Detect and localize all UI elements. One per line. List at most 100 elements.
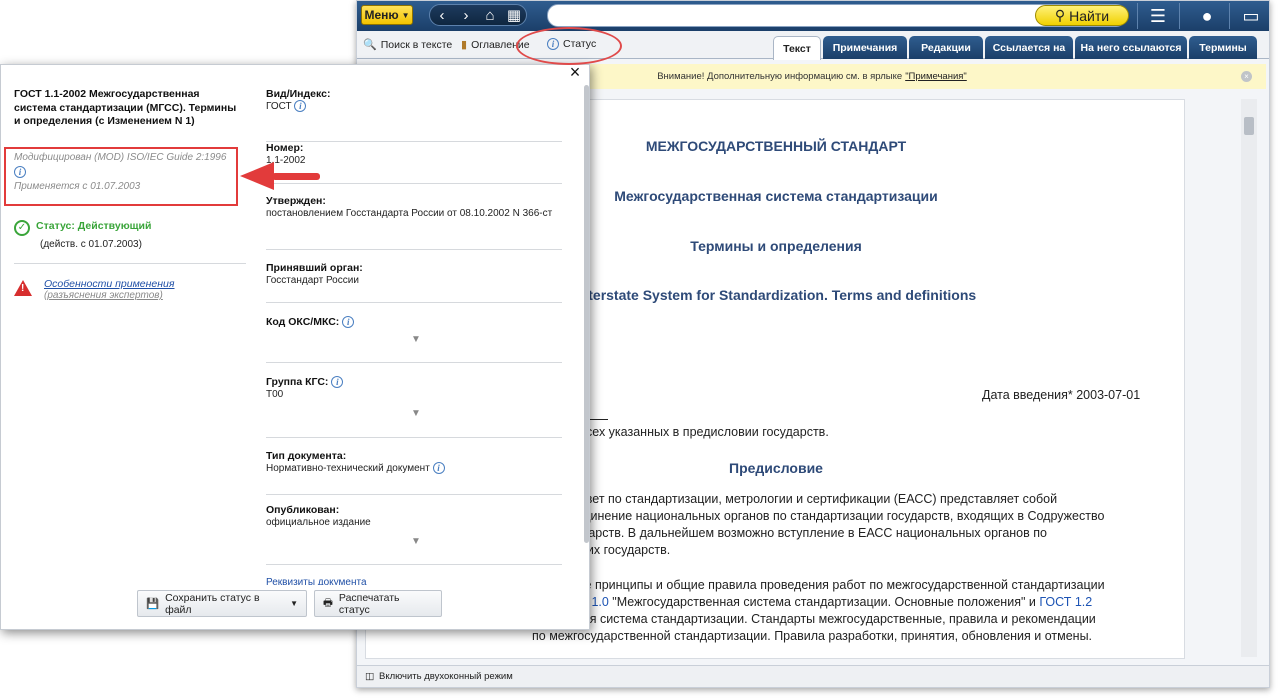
field-kind: Вид/Индекс: ГОСТ i: [266, 88, 562, 142]
print-status-button[interactable]: 🖶 Распечатать статус: [314, 590, 442, 617]
menu-button[interactable]: Меню ▼: [361, 5, 413, 25]
field-value: постановлением Госстандарта России от 08…: [266, 208, 553, 219]
tab-label: На него ссылаются: [1080, 41, 1182, 54]
panel-scrollbar[interactable]: [584, 85, 589, 543]
tab-revisions[interactable]: Редакции: [909, 36, 983, 59]
save-status-button[interactable]: 💾 Сохранить статус в файл ▼: [137, 590, 307, 617]
document-title: ГОСТ 1.1-2002 Межгосударственная система…: [14, 88, 237, 127]
doc-line: й совет по стандартизации, метрологии и …: [562, 492, 1058, 506]
features-row: Особенности применения (разъяснения эксп…: [14, 278, 175, 301]
notice-link[interactable]: "Примечания": [905, 71, 967, 82]
doc-line: других государств.: [562, 543, 671, 557]
doc-line: бъединение национальных органов по станд…: [562, 509, 1105, 523]
status-row: ✓ Статус: Действующий: [14, 220, 151, 236]
close-icon[interactable]: ×: [1241, 71, 1252, 82]
field-label: Код ОКС/МКС: i: [266, 316, 562, 329]
status-date: (действ. с 01.07.2003): [40, 239, 142, 250]
info-icon[interactable]: i: [432, 462, 445, 475]
toolbar-divider: [1137, 3, 1138, 29]
info-icon[interactable]: i: [331, 376, 344, 389]
expand-caret-icon[interactable]: ▼: [411, 536, 421, 547]
tab-label: Примечания: [832, 41, 898, 54]
field-body: Принявший орган: Госстандарт России: [266, 262, 562, 303]
doc-line-text: "Межгосударственная система стандартизац…: [608, 595, 1040, 609]
back-arrow-icon[interactable]: ‹: [432, 7, 452, 24]
field-value: Госстандарт России: [266, 275, 359, 286]
tab-referenced-by[interactable]: На него ссылаются: [1075, 36, 1187, 59]
field-oks: Код ОКС/МКС: i ▼: [266, 316, 562, 363]
expand-caret-icon[interactable]: ▼: [411, 334, 421, 345]
modified-text: Модифицирован (MOD) ISO/IEC Guide 2:1996: [14, 152, 227, 163]
field-more-link[interactable]: Реквизиты документа: [266, 577, 562, 585]
info-icon[interactable]: i: [342, 316, 355, 329]
field-label: Вид/Индекс:: [266, 88, 331, 100]
message-icon[interactable]: ▭: [1237, 5, 1265, 27]
annotation-oval: [516, 27, 622, 65]
hamburger-icon[interactable]: ☰: [1144, 5, 1172, 27]
info-icon[interactable]: i: [294, 100, 307, 113]
field-value: 1.1-2002: [266, 155, 306, 166]
search-in-text-label: Поиск в тексте: [380, 38, 453, 51]
annotation-arrow-icon: [240, 162, 274, 190]
gost-link[interactable]: ГОСТ 1.2: [1039, 595, 1092, 609]
find-button[interactable]: ⚲ Найти: [1035, 5, 1129, 26]
grid-icon[interactable]: ▦: [504, 6, 524, 24]
tab-label: Редакции: [921, 41, 971, 54]
field-label: Опубликован:: [266, 504, 340, 516]
user-icon[interactable]: ●: [1193, 5, 1221, 27]
doc-line: енная система стандартизации. Стандарты …: [562, 612, 1096, 626]
tab-refers-to[interactable]: Ссылается на: [985, 36, 1073, 59]
field-type: Тип документа: Нормативно-технический до…: [266, 450, 562, 495]
doc-line: ОСТ 1.0 "Межгосударственная система стан…: [562, 594, 1146, 611]
top-toolbar: Меню ▼ ‹ › ⌂ ▦ ⚲ Найти ☰ ● ▭: [357, 1, 1269, 31]
close-icon[interactable]: ×: [567, 63, 583, 81]
tab-terms[interactable]: Термины: [1189, 36, 1257, 59]
toolbar-divider: [1179, 3, 1180, 29]
forward-arrow-icon[interactable]: ›: [456, 7, 476, 24]
doc-paragraph: й совет по стандартизации, метрологии и …: [562, 491, 1146, 559]
applies-text: Применяется с 01.07.2003: [14, 181, 141, 192]
features-link[interactable]: Особенности применения: [44, 278, 175, 290]
save-status-label: Сохранить статус в файл: [165, 591, 260, 616]
field-value: официальное издание: [266, 517, 371, 528]
doc-line: вные принципы и общие правила проведения…: [562, 578, 1105, 592]
find-label: Найти: [1069, 7, 1110, 24]
field-label: Принявший орган:: [266, 262, 363, 274]
status-bar: ◫ Включить двухоконный режим: [357, 665, 1269, 687]
info-icon[interactable]: i: [14, 165, 26, 178]
two-window-icon[interactable]: ◫: [365, 671, 374, 682]
book-icon: ▮: [461, 39, 468, 51]
document-subbar: 🔍 Поиск в тексте ▮ Оглавление i Статус Т…: [357, 31, 1269, 60]
menu-label: Меню: [364, 8, 399, 22]
tab-notes[interactable]: Примечания: [823, 36, 907, 59]
two-window-label[interactable]: Включить двухоконный режим: [379, 671, 513, 682]
toolbar-divider: [1229, 3, 1230, 29]
panel-left-column: ГОСТ 1.1-2002 Межгосударственная система…: [14, 88, 244, 129]
field-label: Группа КГС: i: [266, 376, 562, 389]
home-icon[interactable]: ⌂: [480, 7, 500, 24]
print-status-label: Распечатать статус: [338, 591, 400, 616]
scrollbar-thumb[interactable]: [1244, 117, 1254, 135]
field-value: Т00: [266, 389, 284, 401]
field-published: Опубликован: официальное издание ▼: [266, 504, 562, 565]
field-value: Нормативно-технический документ i: [266, 462, 562, 476]
doc-line: ля всех указанных в предисловии государс…: [562, 425, 829, 439]
field-value: ГОСТ i: [266, 100, 562, 114]
search-icon: ⚲: [1054, 7, 1066, 23]
intro-date: Дата введения* 2003-07-01: [982, 388, 1141, 402]
status-text: Статус: Действующий: [36, 220, 152, 232]
tab-text[interactable]: Текст: [773, 36, 821, 60]
field-value-text: ГОСТ: [266, 101, 292, 112]
expand-caret-icon[interactable]: ▼: [411, 408, 421, 419]
search-in-text-link[interactable]: 🔍 Поиск в тексте: [363, 38, 453, 52]
annotation-arrow-shaft: [272, 173, 320, 180]
floppy-icon: 💾: [146, 598, 160, 610]
doc-paragraph: вные принципы и общие правила проведения…: [532, 577, 1146, 645]
doc-line: осударств. В дальнейшем возможно вступле…: [562, 526, 1047, 540]
notice-text: Внимание! Дополнительную информацию см. …: [657, 71, 903, 82]
features-sub-link[interactable]: (разъяснения экспертов): [44, 290, 175, 301]
document-scrollbar[interactable]: [1241, 99, 1257, 657]
nav-group: ‹ › ⌂ ▦: [429, 4, 527, 26]
warning-icon: [14, 280, 32, 296]
divider: [14, 263, 246, 264]
